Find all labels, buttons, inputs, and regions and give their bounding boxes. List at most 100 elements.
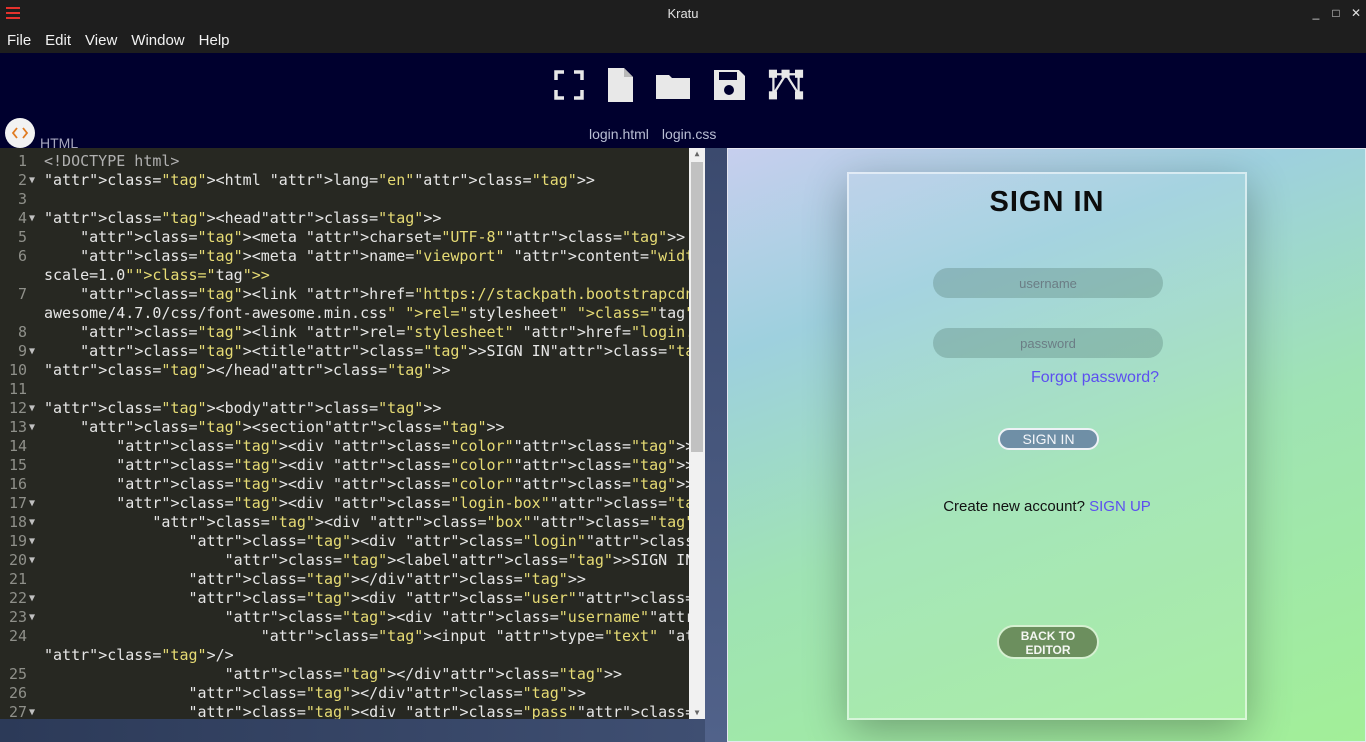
sign-in-button[interactable]: SIGN IN [998, 428, 1099, 450]
menu-bar: File Edit View Window Help [0, 28, 1366, 53]
back-button-line1: BACK TO [1020, 629, 1076, 643]
code-text: "attr">class="tag"><div "attr">class="pa… [188, 703, 706, 719]
fold-arrow-icon[interactable]: ▼ [29, 399, 35, 418]
save-icon[interactable] [711, 67, 747, 103]
scroll-thumb[interactable] [691, 162, 703, 452]
back-button-line2: EDITOR [1025, 643, 1071, 657]
password-input[interactable] [933, 328, 1163, 358]
line-number: 6 [17, 247, 27, 265]
line-number: 27 [8, 703, 27, 719]
line-number: 12 [8, 399, 27, 417]
username-input[interactable] [933, 268, 1163, 298]
fold-arrow-icon[interactable]: ▼ [29, 608, 35, 627]
fold-arrow-icon[interactable]: ▼ [29, 532, 35, 551]
code-editor[interactable]: 27 ▼ "attr">class="tag"><div "attr">class… [0, 148, 705, 719]
back-to-editor-button[interactable]: BACK TO EDITOR [997, 625, 1099, 659]
fold-arrow-icon[interactable]: ▼ [29, 551, 35, 570]
line-number: 18 [8, 513, 27, 531]
code-text: "attr">class="tag"><input "attr">type="t… [260, 627, 705, 645]
code-text: "attr">class="tag"></div"attr">class="ta… [188, 684, 586, 702]
scroll-down-icon[interactable]: ▼ [689, 707, 705, 719]
editor-footer [0, 719, 705, 742]
toolbar: HTML login.html login.css [0, 53, 1366, 151]
fold-arrow-icon[interactable]: ▼ [29, 513, 35, 532]
line-number: 10 [8, 361, 27, 379]
code-text: "attr">class="tag"><link "attr">href="ht… [80, 285, 705, 303]
line-number: 11 [8, 380, 27, 398]
line-number: 5 [17, 228, 27, 246]
login-title: SIGN IN [989, 186, 1105, 218]
fold-arrow-icon[interactable]: ▼ [29, 418, 35, 437]
code-text: "attr">class="tag"><div "attr">class="lo… [188, 532, 706, 550]
code-text: "attr">class="tag"><title"attr">class="t… [80, 342, 705, 360]
close-icon[interactable]: ✕ [1349, 5, 1363, 21]
fullscreen-icon[interactable] [551, 67, 587, 103]
fold-arrow-icon[interactable]: ▼ [29, 703, 35, 719]
fold-arrow-icon[interactable]: ▼ [29, 494, 35, 513]
line-number: 26 [8, 684, 27, 702]
window-title: Kratu [667, 6, 699, 21]
preview-panel: SIGN IN Forgot password? SIGN IN Create … [727, 148, 1366, 742]
fold-arrow-icon[interactable]: ▼ [29, 342, 35, 361]
line-number: 14 [8, 437, 27, 455]
code-text: "attr">class="tag"><div "attr">class="bo… [152, 513, 705, 531]
scroll-up-icon[interactable]: ▲ [689, 148, 705, 160]
editor-scrollbar[interactable]: ▲ ▼ [689, 148, 705, 719]
code-text: "attr">class="tag"><link "attr">rel="sty… [80, 323, 705, 341]
create-account-text: Create new account? [943, 498, 1085, 515]
code-text: <!DOCTYPE html> [44, 152, 180, 170]
line-number: 16 [8, 475, 27, 493]
line-number: 25 [8, 665, 27, 683]
code-text: "attr">class="tag"><div "attr">class="us… [224, 608, 705, 626]
code-text: "attr">class="tag"><div "attr">class="lo… [116, 494, 705, 512]
menu-edit[interactable]: Edit [45, 32, 71, 49]
code-text: "attr">class="tag"><meta "attr">name="vi… [80, 247, 705, 265]
line-number: 23 [8, 608, 27, 626]
code-toggle-icon[interactable] [5, 118, 35, 148]
code-text: "attr">class="tag"><label"attr">class="t… [224, 551, 705, 569]
sign-up-link[interactable]: SIGN UP [1089, 498, 1151, 515]
open-folder-icon[interactable] [655, 67, 691, 103]
line-number: 2 [17, 171, 27, 189]
login-box: SIGN IN Forgot password? SIGN IN Create … [847, 172, 1247, 720]
tab-login-css[interactable]: login.css [662, 126, 716, 142]
code-text: "attr">class="tag"><div "attr">class="us… [188, 589, 706, 607]
line-number: 22 [8, 589, 27, 607]
code-text: "attr">class="tag"><html "attr">lang="en… [44, 171, 595, 189]
line-number: 21 [8, 570, 27, 588]
code-text: "attr">class="tag"><div "attr">class="co… [116, 456, 705, 474]
line-number: 8 [17, 323, 27, 341]
code-text: "attr">class="tag">/> [44, 646, 234, 664]
line-number: 19 [8, 532, 27, 550]
line-number: 3 [17, 190, 27, 208]
code-text: "attr">class="tag"><div "attr">class="co… [116, 437, 705, 455]
line-number: 24 [8, 627, 27, 645]
new-file-icon[interactable] [602, 67, 638, 103]
fold-arrow-icon[interactable]: ▼ [29, 171, 35, 190]
fold-arrow-icon[interactable]: ▼ [29, 209, 35, 228]
code-text: "attr">class="tag"></div"attr">class="ta… [224, 665, 622, 683]
code-text: "attr">class="tag"><section"attr">class=… [80, 418, 505, 436]
line-number: 4 [17, 209, 27, 227]
code-text: "attr">class="tag"><meta "attr">charset=… [80, 228, 686, 246]
tab-login-html[interactable]: login.html [589, 126, 649, 142]
maximize-icon[interactable]: □ [1329, 5, 1343, 21]
menu-file[interactable]: File [7, 32, 31, 49]
diagram-icon[interactable] [768, 67, 804, 103]
menu-window[interactable]: Window [131, 32, 184, 49]
menu-view[interactable]: View [85, 32, 117, 49]
code-text: scale=1.0"">class="tag">> [44, 266, 270, 284]
code-text: "attr">class="tag"><body"attr">class="ta… [44, 399, 442, 417]
line-number: 9 [17, 342, 27, 360]
code-text: "attr">class="tag"><div "attr">class="co… [116, 475, 705, 493]
panel-divider[interactable] [705, 148, 727, 742]
line-number: 1 [17, 152, 27, 170]
forgot-password-link[interactable]: Forgot password? [1031, 369, 1159, 387]
menu-help[interactable]: Help [199, 32, 230, 49]
line-number: 15 [8, 456, 27, 474]
code-text: "attr">class="tag"></div"attr">class="ta… [188, 570, 586, 588]
line-number: 7 [17, 285, 27, 303]
create-account-row: Create new account? SIGN UP [849, 498, 1245, 515]
fold-arrow-icon[interactable]: ▼ [29, 589, 35, 608]
minimize-icon[interactable]: _ [1309, 5, 1323, 21]
